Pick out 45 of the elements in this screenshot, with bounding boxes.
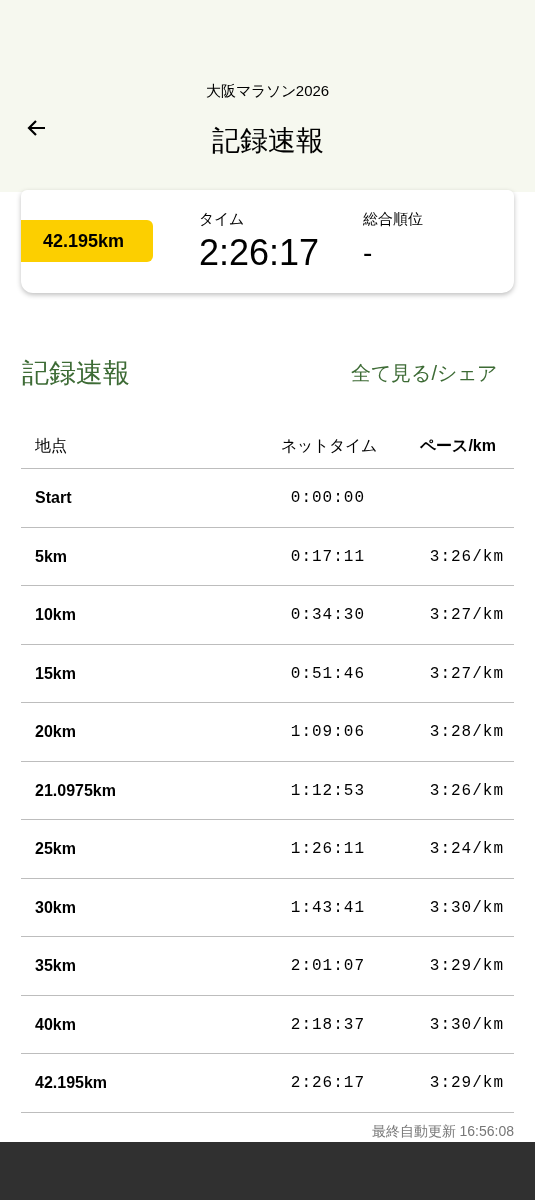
pace-cell-text: 3:30/km <box>429 897 505 919</box>
pace-cell-text: 3:29/km <box>429 956 505 978</box>
checkpoint-cell-text: 20km <box>34 722 77 743</box>
view-all-share-link[interactable]: 全て見る/シェア <box>351 358 497 389</box>
net-time-cell-text: 0:34:30 <box>289 605 365 627</box>
checkpoint-cell-text: Start <box>34 488 73 509</box>
checkpoint-cell-text: 21.0975km <box>34 780 117 801</box>
net-time-cell-text: 0:51:46 <box>289 663 365 685</box>
pace-cell-text: 3:28/km <box>429 722 505 744</box>
net-time-cell-text: 2:26:17 <box>289 1073 365 1095</box>
pace-cell-text: 3:26/km <box>429 780 505 802</box>
pace-cell-text: 3:27/km <box>429 663 505 685</box>
rank-label: 総合順位 <box>363 209 423 230</box>
net-time-cell-text: 1:26:11 <box>289 839 365 861</box>
net-time-cell-text: 0:17:11 <box>289 546 365 568</box>
last-updated-text: 最終自動更新 16:56:08 <box>371 1121 514 1141</box>
net-time-cell-text: 1:12:53 <box>289 780 365 802</box>
column-header: 地点 <box>34 435 68 456</box>
time-label: タイム <box>199 209 245 230</box>
checkpoint-cell-text: 42.195km <box>34 1073 109 1094</box>
checkpoint-cell-text: 30km <box>34 897 77 918</box>
net-time-cell-text: 2:01:07 <box>289 956 365 978</box>
net-time-cell-text: 0:00:00 <box>289 488 365 510</box>
distance-badge: 42.195km <box>21 220 153 263</box>
checkpoint-cell-text: 10km <box>34 605 77 626</box>
checkpoint-cell-text: 15km <box>34 663 77 684</box>
event-title: 大阪マラソン2026 <box>205 81 330 101</box>
pace-cell-text: 3:30/km <box>429 1014 505 1036</box>
checkpoint-cell-text: 25km <box>34 839 77 860</box>
pace-cell-text: 3:27/km <box>429 605 505 627</box>
time-value: 2:26:17 <box>199 230 320 275</box>
net-time-cell-text: 1:09:06 <box>289 722 365 744</box>
column-header: ペース/km <box>420 435 497 456</box>
net-time-cell-text: 2:18:37 <box>289 1014 365 1036</box>
checkpoint-cell-text: 40km <box>34 1014 77 1035</box>
page-title: 記録速報 <box>211 123 324 158</box>
checkpoint-cell-text: 5km <box>34 546 69 567</box>
section-title: 記録速報 <box>22 356 130 390</box>
rank-value: - <box>363 235 374 270</box>
checkpoint-cell-text: 35km <box>34 956 77 977</box>
pace-cell-text: 3:24/km <box>429 839 505 861</box>
pace-cell-text: 3:29/km <box>429 1073 505 1095</box>
column-header: ネットタイム <box>280 435 377 456</box>
net-time-cell-text: 1:43:41 <box>289 897 365 919</box>
pace-cell-text: 3:26/km <box>429 546 505 568</box>
